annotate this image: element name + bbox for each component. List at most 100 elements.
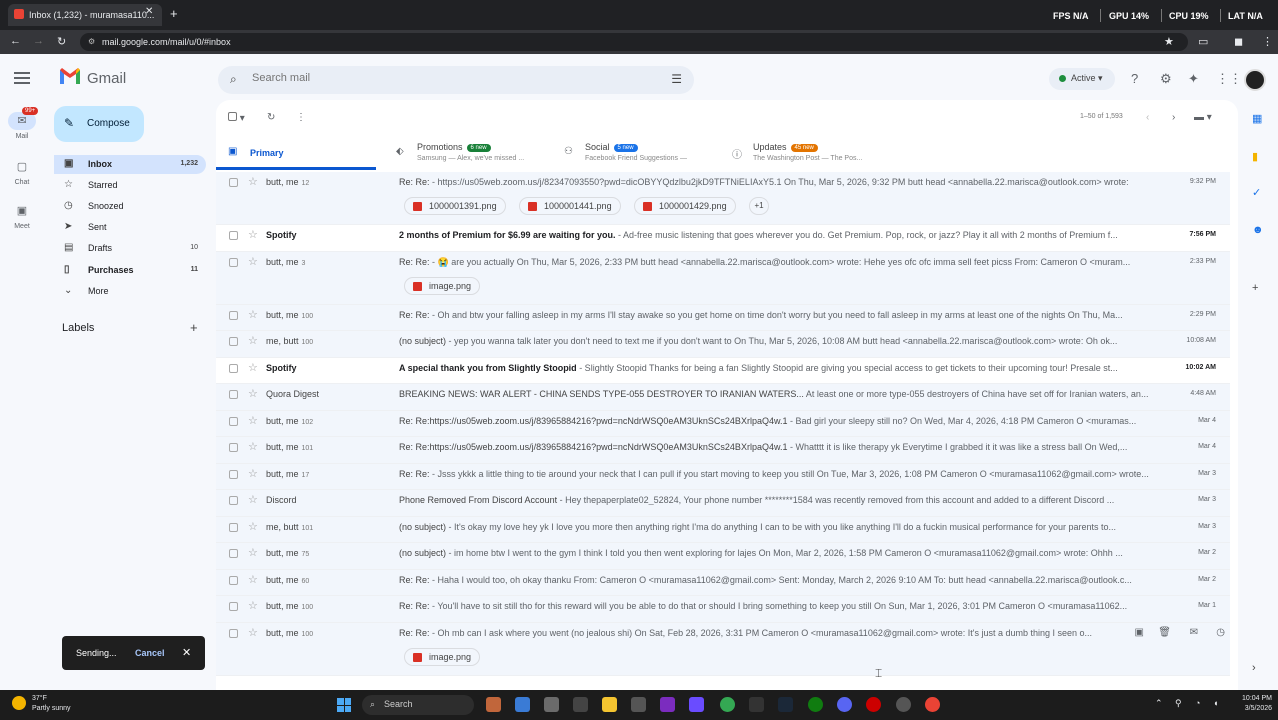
row-checkbox[interactable] (229, 522, 238, 532)
email-row[interactable]: ☆ Spotify A special thank you from Slightl… (216, 357, 1230, 384)
close-icon[interactable]: ✕ (182, 646, 191, 659)
star-icon[interactable]: ☆ (248, 626, 258, 639)
apps-grid-icon[interactable]: ⋮⋮ (1216, 71, 1242, 87)
close-tab-icon[interactable]: ✕ (145, 6, 153, 17)
email-row[interactable]: ☆ me, butt 100 (no subject) - yep you wanna… (216, 331, 1230, 358)
search-input[interactable] (252, 72, 652, 84)
sidebar-item-more[interactable]: ⌄ More (54, 282, 206, 301)
row-checkbox[interactable] (229, 549, 238, 558)
new-tab-icon[interactable]: + (170, 6, 178, 21)
taskbar-clock[interactable]: 10:04 PM 3/5/2026 (1228, 694, 1272, 714)
row-checkbox[interactable] (229, 602, 238, 611)
star-icon[interactable]: ☆ (248, 573, 258, 586)
tab-social[interactable]: ⚇ Social 5 new Facebook Friend Suggestion… (562, 136, 722, 170)
browser-menu-icon[interactable]: ⋮ (1262, 35, 1273, 48)
star-icon[interactable]: ☆ (248, 493, 258, 506)
select-all-checkbox[interactable]: ▾ (228, 112, 245, 124)
taskbar-app-icon[interactable] (660, 697, 675, 712)
email-row[interactable]: ☆ butt, me 100 Re: Re: - Oh and btw your fa… (216, 304, 1230, 331)
add-addon-icon[interactable]: + (1252, 282, 1258, 294)
cast-icon[interactable]: ▭ (1198, 35, 1208, 48)
row-checkbox[interactable] (229, 310, 238, 320)
archive-icon[interactable]: ▣ (1135, 627, 1144, 638)
row-checkbox[interactable] (229, 231, 238, 240)
more-attachments-chip[interactable]: +1 (749, 197, 769, 215)
rail-mail[interactable]: ✉ 99+ Mail (0, 107, 44, 140)
row-checkbox[interactable] (229, 496, 238, 505)
browser-tab[interactable]: Inbox (1,232) - muramasa110... (8, 4, 162, 26)
attachment-chip[interactable]: 1000001441.png (519, 197, 621, 215)
settings-gear-icon[interactable]: ⚙ (1160, 71, 1172, 87)
star-icon[interactable]: ☆ (248, 520, 258, 533)
email-row[interactable]: ☆ butt, me 12 Re: Re: - https://us05web.zoo… (216, 172, 1230, 225)
volume-icon[interactable]: ◖ (1213, 698, 1218, 708)
star-icon[interactable]: ☆ (248, 414, 258, 427)
tasks-icon[interactable]: ✓ (1252, 186, 1261, 199)
help-icon[interactable]: ? (1131, 71, 1138, 86)
email-row[interactable]: ☆ butt, me 100 Re: Re: - You'll have to sit… (216, 596, 1230, 623)
weather-widget[interactable]: 37°F Partly sunny (32, 694, 71, 714)
taskbar-app-icon[interactable] (749, 697, 764, 712)
contacts-icon[interactable]: ☻ (1252, 224, 1264, 236)
search-icon[interactable]: ⌕ (230, 72, 237, 87)
tab-updates[interactable]: ⓘ Updates 45 new The Washington Post — Th… (730, 136, 890, 170)
sidebar-item-starred[interactable]: ☆ Starred (54, 176, 206, 195)
star-icon[interactable]: ☆ (248, 440, 258, 453)
taskbar-search[interactable]: ⌕ Search (362, 695, 474, 715)
star-icon[interactable]: ☆ (248, 334, 258, 347)
taskbar-app-icon[interactable] (631, 697, 646, 712)
url-bar[interactable]: ⚙ mail.google.com/mail/u/0/#inbox (80, 33, 1188, 51)
star-icon[interactable]: ☆ (248, 467, 258, 480)
main-menu-icon[interactable] (14, 72, 30, 84)
back-icon[interactable]: ← (10, 35, 21, 47)
expand-side-panel-icon[interactable]: › (1252, 662, 1256, 674)
rail-chat[interactable]: ▢ Chat (0, 158, 44, 186)
taskbar-app-icon[interactable] (689, 697, 704, 712)
row-checkbox[interactable] (229, 257, 238, 267)
email-row[interactable]: ☆ Discord Phone Removed From Discord Accou… (216, 490, 1230, 517)
row-checkbox[interactable] (229, 363, 238, 373)
taskbar-app-icon[interactable] (544, 697, 559, 712)
tab-primary[interactable]: ▣ Primary (216, 136, 376, 170)
taskbar-app-icon[interactable] (866, 697, 881, 712)
density-toggle-icon[interactable]: ▬ ▾ (1194, 112, 1212, 123)
email-row[interactable]: ☆ Quora Digest BREAKING NEWS: WAR ALERT - … (216, 384, 1230, 411)
more-actions-icon[interactable]: ⋮ (296, 112, 306, 123)
row-checkbox[interactable] (229, 628, 238, 638)
star-icon[interactable]: ☆ (248, 546, 258, 559)
chrome-icon[interactable] (720, 697, 735, 712)
email-row[interactable]: ☆ butt, me 17 Re: Re: - Jsss ykkk a little … (216, 463, 1230, 490)
star-icon[interactable]: ☆ (248, 228, 258, 241)
file-explorer-icon[interactable] (602, 697, 617, 712)
taskbar-app-icon[interactable] (896, 697, 911, 712)
keep-icon[interactable]: ▮ (1252, 150, 1258, 163)
search-options-icon[interactable]: ☰ (671, 72, 682, 86)
email-row[interactable]: ☆ butt, me 102 Re: Re:https://us05web.zoom.… (216, 410, 1230, 437)
email-row[interactable]: ☆ butt, me 75 (no subject) - im home btw I … (216, 543, 1230, 570)
star-icon[interactable]: ☆ (248, 175, 258, 188)
email-row[interactable]: ☆ butt, me 3 Re: Re: - 😭 are you actually O… (216, 251, 1230, 305)
network-icon[interactable]: ◔ (1195, 698, 1200, 708)
row-checkbox[interactable] (229, 443, 238, 452)
sidebar-item-inbox[interactable]: ▣ Inbox 1,232 (54, 155, 206, 174)
star-icon[interactable]: ☆ (248, 387, 258, 400)
row-checkbox[interactable] (229, 337, 238, 346)
star-icon[interactable]: ☆ (248, 308, 258, 321)
row-checkbox[interactable] (229, 390, 238, 399)
compose-button[interactable]: ✎ Compose (54, 106, 144, 142)
email-row[interactable]: ☆ butt, me 101 Re: Re:https://us05web.zoom.… (216, 437, 1230, 464)
next-page-icon[interactable]: › (1172, 112, 1175, 123)
search-bar[interactable]: ⌕ ☰ (218, 66, 694, 94)
sidebar-item-snoozed[interactable]: ◷ Snoozed (54, 197, 206, 216)
reload-icon[interactable]: ↻ (57, 35, 66, 48)
taskbar-app-icon[interactable] (515, 697, 530, 712)
status-selector[interactable]: Active ▾ (1049, 68, 1115, 90)
rail-meet[interactable]: ▣ Meet (0, 202, 44, 230)
row-checkbox[interactable] (229, 178, 238, 187)
attachment-chip[interactable]: image.png (404, 647, 481, 666)
star-icon[interactable]: ☆ (248, 361, 258, 374)
tab-promotions[interactable]: ⬖ Promotions 6 new Samsung — Alex, we've … (394, 136, 554, 170)
attachment-chip[interactable]: image.png (404, 276, 481, 295)
add-label-icon[interactable]: + (190, 320, 198, 335)
attachment-chip[interactable]: 1000001391.png (404, 197, 506, 215)
